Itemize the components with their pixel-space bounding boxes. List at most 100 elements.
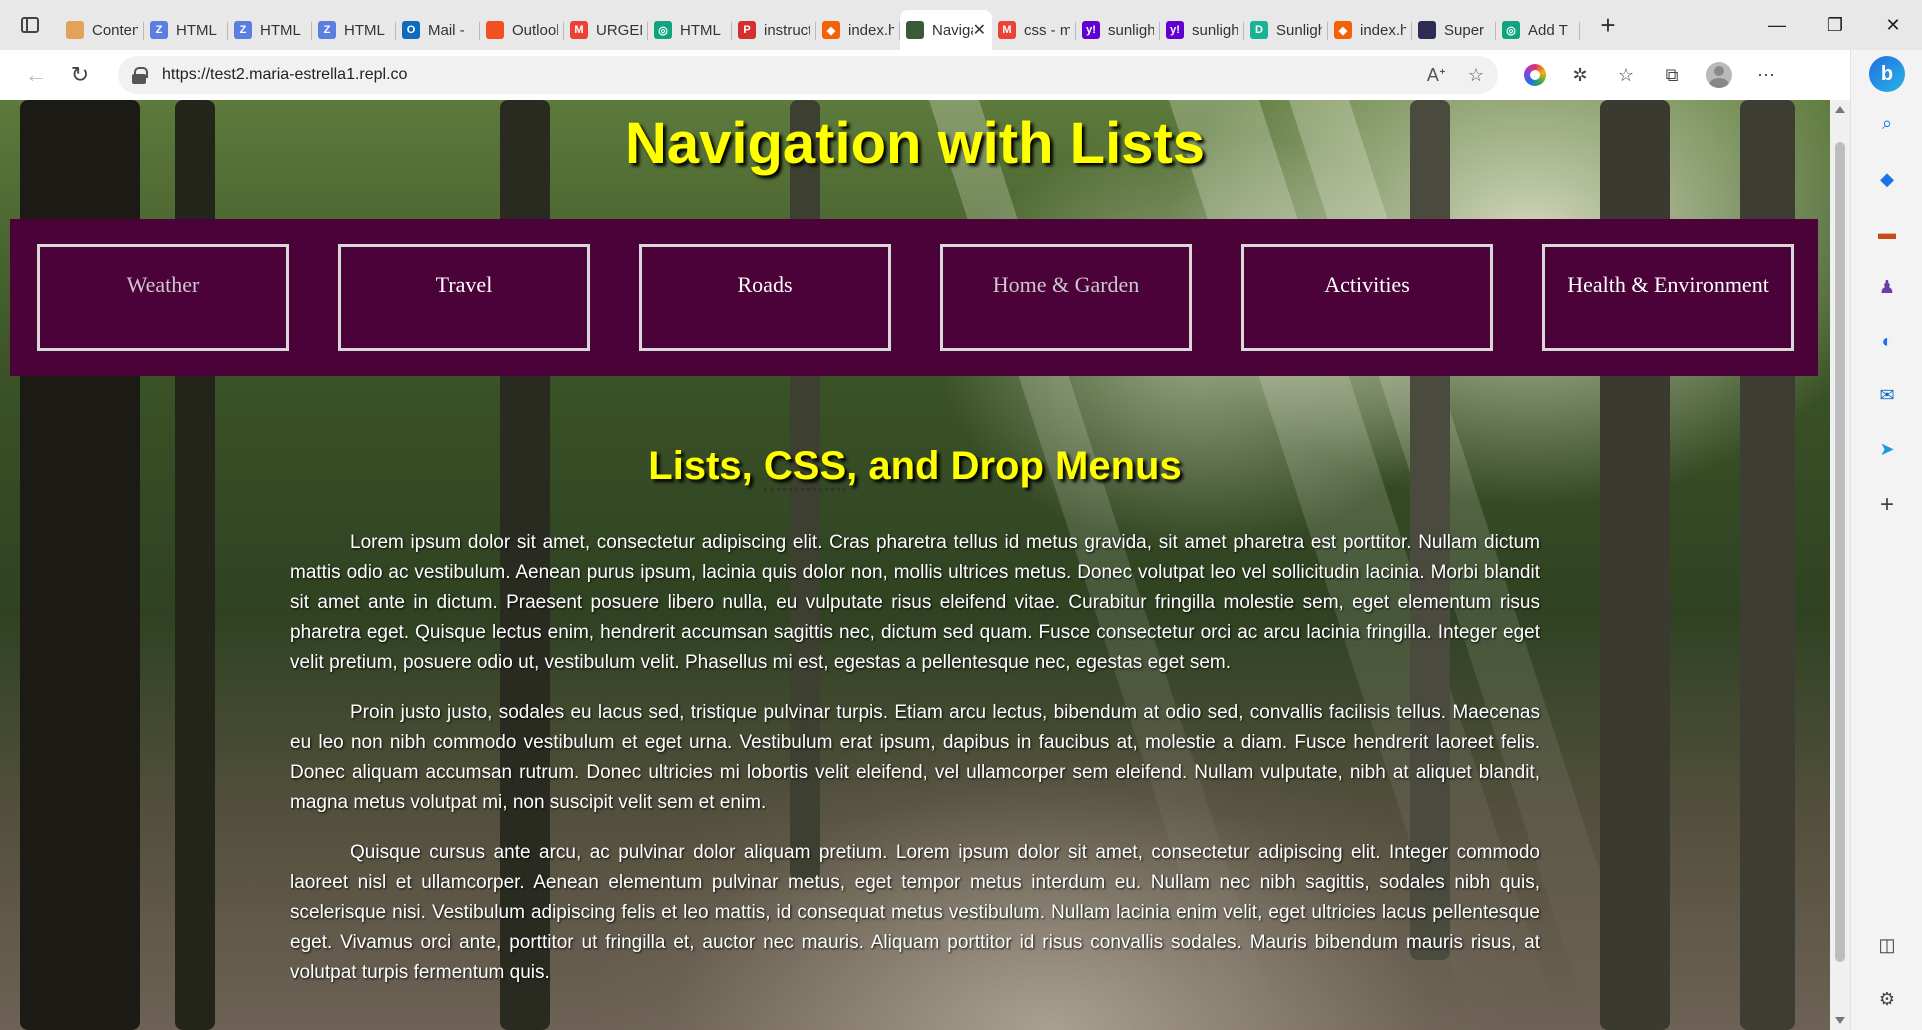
tab-title: instructions [764, 21, 810, 39]
tab-actions-button[interactable] [0, 0, 60, 50]
send-icon[interactable]: ➤ [1872, 434, 1902, 464]
browser-tab[interactable]: Outlook [480, 10, 564, 50]
settings-icon[interactable]: ⚙ [1872, 984, 1902, 1014]
tab-title: Mail - [428, 21, 465, 39]
tab-title: index.h [1360, 21, 1406, 39]
edge-sidebar: b ⌕ ◆ ▬ ♟ ◐ ✉ ➤ + ◫ ⚙ [1850, 50, 1922, 1030]
close-window-button[interactable]: ✕ [1864, 0, 1922, 50]
url-text: https://test2.maria-estrella1.repl.co [162, 66, 408, 83]
tag-icon[interactable]: ◆ [1872, 164, 1902, 194]
menu-item-roads[interactable]: Roads [639, 244, 891, 351]
paragraph: Lorem ipsum dolor sit amet, consectetur … [290, 532, 1540, 673]
toolbox-icon[interactable]: ▬ [1872, 218, 1902, 248]
tab-title: Super [1444, 21, 1485, 39]
page-title: Navigation with Lists [624, 111, 1206, 176]
bing-copilot-icon[interactable]: b [1869, 56, 1905, 92]
add-favorite-icon[interactable]: ☆ [1468, 65, 1484, 86]
browser-tab[interactable]: Pinstructions [732, 10, 816, 50]
browser-tab[interactable]: ◎ HTML [648, 10, 732, 50]
tab-favicon-icon: Z [318, 21, 336, 39]
tab-title: Add T [1528, 21, 1568, 39]
new-tab-button[interactable]: + [1588, 5, 1628, 45]
read-aloud-icon[interactable]: A͏ᐩ [1427, 65, 1446, 86]
menu-item-home-garden[interactable]: Home & Garden [940, 244, 1192, 351]
tab-actions-icon [21, 17, 39, 33]
tab-title: Navigation with Lists [932, 21, 973, 39]
tab-favicon-icon: M [570, 21, 588, 39]
section-title: Lists, CSS, and Drop Menus [0, 444, 1830, 491]
browser-tab[interactable]: Super [1412, 10, 1496, 50]
collections-icon[interactable]: ⧉ [1660, 63, 1684, 87]
favorites-icon[interactable]: ☆ [1614, 63, 1638, 87]
tab-title: sunlight [1192, 21, 1238, 39]
browser-tab[interactable]: Mcss - m [992, 10, 1076, 50]
address-bar[interactable]: https://test2.maria-estrella1.repl.co A͏… [118, 56, 1498, 94]
minimize-button[interactable]: — [1748, 0, 1806, 50]
scroll-up-icon[interactable] [1835, 106, 1845, 113]
browser-tab[interactable]: Z HTML [228, 10, 312, 50]
menu-item-travel[interactable]: Travel [338, 244, 590, 351]
tab-title: HTML [260, 21, 301, 39]
tab-title: Sunlight [1276, 21, 1322, 39]
browser-tab[interactable]: M URGENT [564, 10, 648, 50]
tab-title: index.h [848, 21, 894, 39]
more-menu-icon[interactable]: ⋯ [1754, 63, 1778, 87]
browser-tab[interactable]: Z HTML [144, 10, 228, 50]
page-scrollbar[interactable] [1830, 100, 1850, 1030]
tab-favicon-icon: ◎ [1502, 21, 1520, 39]
browser-tab[interactable]: Z HTML [312, 10, 396, 50]
tab-title: HTML [176, 21, 217, 39]
browser-tab[interactable]: ◎ Add T [1496, 10, 1580, 50]
extensions-icon[interactable]: ✲ [1568, 63, 1592, 87]
address-bar-actions: A͏ᐩ ☆ [1427, 65, 1484, 86]
back-button[interactable]: ← [14, 55, 58, 95]
toolbar-icons: ✲ ☆ ⧉ ⋯ [1524, 62, 1778, 88]
search-icon[interactable]: ⌕ [1872, 108, 1902, 138]
browser-tab[interactable]: Content [60, 10, 144, 50]
scrollbar-thumb[interactable] [1835, 142, 1845, 962]
browser-tab[interactable]: ◆ index.h [816, 10, 900, 50]
tab-title: Outlook [512, 21, 558, 39]
tab-title: Content [92, 21, 138, 39]
menu-item-activities[interactable]: Activities [1241, 244, 1493, 351]
tab-favicon-icon: Z [234, 21, 252, 39]
split-screen-icon[interactable]: ◫ [1872, 930, 1902, 960]
tab-favicon-icon: D [1250, 21, 1268, 39]
paragraph: Quisque cursus ante arcu, ac pulvinar do… [290, 842, 1540, 983]
menu-item-weather[interactable]: Weather [37, 244, 289, 351]
office-icon[interactable]: ◐ [1872, 326, 1902, 356]
tab-title: css - m [1024, 21, 1070, 39]
add-icon[interactable]: + [1872, 490, 1902, 520]
browser-tab-active[interactable]: Navigation with Lists✕ [900, 10, 992, 50]
tab-title: sunlight [1108, 21, 1154, 39]
tab-favicon-icon: y! [1082, 21, 1100, 39]
tab-favicon-icon [906, 21, 924, 39]
browser-tab[interactable]: D Sunlight [1244, 10, 1328, 50]
refresh-button[interactable]: ↻ [58, 55, 102, 95]
lock-icon [132, 67, 148, 84]
menu-item-health-environment[interactable]: Health & Environment [1542, 244, 1794, 351]
browser-tab[interactable]: O Mail - [396, 10, 480, 50]
page-viewport: Navigation with Lists Weather Travel Roads… [0, 100, 1830, 1030]
refresh-icon: ↻ [70, 62, 90, 87]
tab-title: URGENT [596, 21, 642, 39]
content-body: Lorem ipsum dolor sit amet, consectetur … [290, 528, 1540, 1008]
section-title-prefix: Lists, [648, 444, 764, 488]
tab-favicon-icon: M [998, 21, 1016, 39]
tab-favicon-icon: O [402, 21, 420, 39]
outlook-icon[interactable]: ✉ [1872, 380, 1902, 410]
browser-tab[interactable]: y! sunlight [1076, 10, 1160, 50]
tab-favicon-icon: Z [150, 21, 168, 39]
browser-tab[interactable]: ◆ index.h [1328, 10, 1412, 50]
chess-icon[interactable]: ♟ [1872, 272, 1902, 302]
scroll-down-icon[interactable] [1835, 1017, 1845, 1024]
profile-avatar[interactable] [1706, 62, 1732, 88]
css-abbreviation: CSS [763, 444, 847, 491]
browser-tab[interactable]: y! sunlight [1160, 10, 1244, 50]
tab-favicon-icon: ◎ [654, 21, 672, 39]
section-title-suffix: , and Drop Menus [846, 444, 1182, 488]
maximize-button[interactable]: ❐ [1806, 0, 1864, 50]
window-controls: — ❐ ✕ [1748, 0, 1922, 50]
color-extension-icon[interactable] [1524, 64, 1546, 86]
close-tab-icon[interactable]: ✕ [973, 20, 986, 40]
